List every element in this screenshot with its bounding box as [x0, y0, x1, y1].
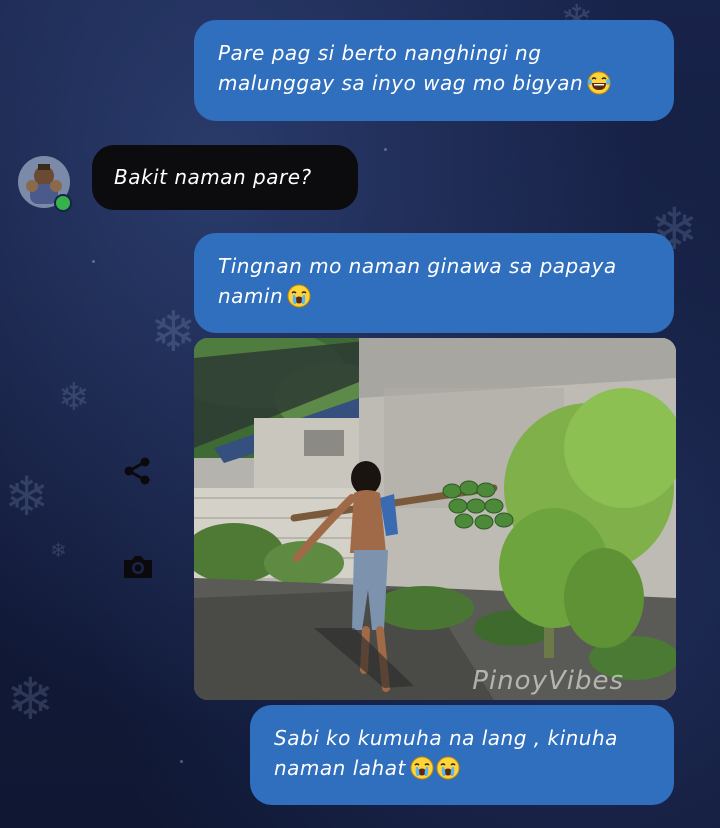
share-icon[interactable] — [121, 454, 155, 488]
message-text-line: Tingnan mo naman ginawa sa papaya — [218, 254, 617, 278]
snowflake-decoration: ❄ — [4, 465, 50, 528]
message-text-line: Pare pag si berto nanghingi ng — [218, 41, 542, 65]
snowflake-decoration: ❄ — [150, 300, 197, 365]
photo-message[interactable]: PinoyVibes — [194, 338, 676, 700]
message-text-line-content: malunggay sa inyo wag mo bigyan — [218, 71, 584, 95]
online-status-indicator — [54, 194, 72, 212]
message-text-line: Sabi ko kumuha na lang , kinuha — [274, 726, 618, 750]
sparkle-dot — [92, 260, 95, 263]
message-text-line: namin — [218, 281, 654, 311]
message-text-line: malunggay sa inyo wag mo bigyan — [218, 68, 654, 98]
snowflake-decoration: ❄ — [50, 538, 67, 562]
message-text-line-content: namin — [218, 284, 284, 308]
camera-icon[interactable] — [121, 550, 155, 584]
crying-emoji-icon — [436, 756, 460, 780]
laughing-tears-emoji-icon — [587, 71, 611, 95]
photo-image — [194, 338, 676, 700]
crying-emoji-icon — [410, 756, 434, 780]
snowflake-decoration: ❄ — [58, 375, 90, 419]
snowflake-decoration: ❄ — [6, 665, 55, 733]
photo-watermark: PinoyVibes — [472, 666, 624, 696]
message-bubble-received[interactable]: Bakit naman pare? — [92, 145, 358, 210]
crying-emoji-icon — [287, 284, 311, 308]
sparkle-dot — [180, 760, 183, 763]
message-bubble-sent[interactable]: Pare pag si berto nanghingi ng malunggay… — [194, 20, 674, 121]
message-text-line-content: naman lahat — [274, 756, 406, 780]
message-text-line: Bakit naman pare? — [114, 165, 312, 189]
sparkle-dot — [384, 148, 387, 151]
message-bubble-sent[interactable]: Sabi ko kumuha na lang , kinuha naman la… — [250, 705, 674, 805]
message-text-line: naman lahat — [274, 753, 654, 783]
message-bubble-sent[interactable]: Tingnan mo naman ginawa sa papaya namin — [194, 233, 674, 333]
